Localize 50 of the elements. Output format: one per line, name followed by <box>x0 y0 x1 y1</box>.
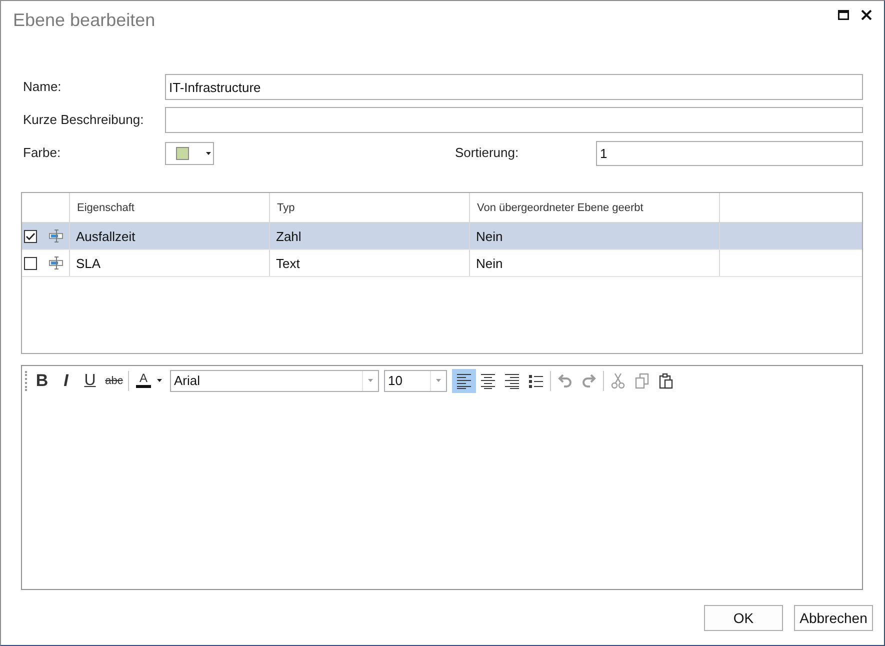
caret-icon <box>206 152 211 154</box>
name-label: Name: <box>23 79 62 95</box>
sorting-input[interactable]: 1 <box>596 140 863 166</box>
rich-text-editor[interactable]: B I U abc A Arial 10 <box>21 365 863 590</box>
redo-icon <box>581 372 597 388</box>
font-size-dropdown[interactable]: 10 <box>384 370 447 392</box>
table-cell: Zahl <box>276 228 302 244</box>
row-checkbox[interactable] <box>24 256 37 270</box>
color-label: Farbe: <box>23 145 61 161</box>
dropdown-caret-icon <box>368 379 373 382</box>
strikethrough-button[interactable]: abc <box>102 368 126 392</box>
italic-button[interactable]: I <box>54 368 78 392</box>
align-left-button[interactable] <box>452 368 476 392</box>
ok-button[interactable]: OK <box>704 605 783 631</box>
dropdown-caret-icon <box>436 379 441 382</box>
align-center-icon <box>480 372 496 388</box>
underline-button[interactable]: U <box>78 368 102 392</box>
row-checkbox[interactable] <box>24 230 37 242</box>
font-color-button[interactable]: A <box>131 368 165 392</box>
textbox-icon <box>48 229 64 243</box>
column-header[interactable]: Von übergeordneter Ebene geerbt <box>477 202 644 214</box>
table-cell: SLA <box>76 256 101 270</box>
color-picker[interactable] <box>165 142 214 164</box>
clipboard-icon <box>658 372 674 388</box>
caret-icon <box>157 379 162 382</box>
table-row[interactable]: SLA Text Nein <box>22 250 862 277</box>
maximize-icon[interactable] <box>838 10 849 20</box>
textbox-icon <box>48 256 64 270</box>
font-family-dropdown[interactable]: Arial <box>170 370 379 392</box>
window-title: Ebene bearbeiten <box>13 9 156 31</box>
bold-button[interactable]: B <box>30 368 54 392</box>
table-row[interactable]: Ausfallzeit Zahl Nein <box>22 223 862 250</box>
description-label: Kurze Beschreibung: <box>23 112 144 128</box>
column-header[interactable]: Eigenschaft <box>77 202 134 214</box>
description-input[interactable] <box>165 107 863 133</box>
sorting-label: Sortierung: <box>455 145 519 161</box>
column-header[interactable]: Typ <box>277 202 295 214</box>
table-cell: Nein <box>476 256 503 270</box>
copy-icon <box>634 372 650 388</box>
scissors-icon <box>610 372 626 388</box>
table-cell: Ausfallzeit <box>76 228 136 244</box>
table-cell: Nein <box>476 228 503 244</box>
undo-icon <box>557 372 573 388</box>
name-input[interactable]: IT-Infrastructure <box>165 74 863 100</box>
close-icon[interactable] <box>861 10 872 20</box>
align-left-icon <box>456 372 472 388</box>
bullet-list-icon <box>528 372 544 388</box>
table-cell: Text <box>276 256 300 270</box>
cancel-button[interactable]: Abbrechen <box>794 605 873 631</box>
align-right-icon <box>504 372 520 388</box>
